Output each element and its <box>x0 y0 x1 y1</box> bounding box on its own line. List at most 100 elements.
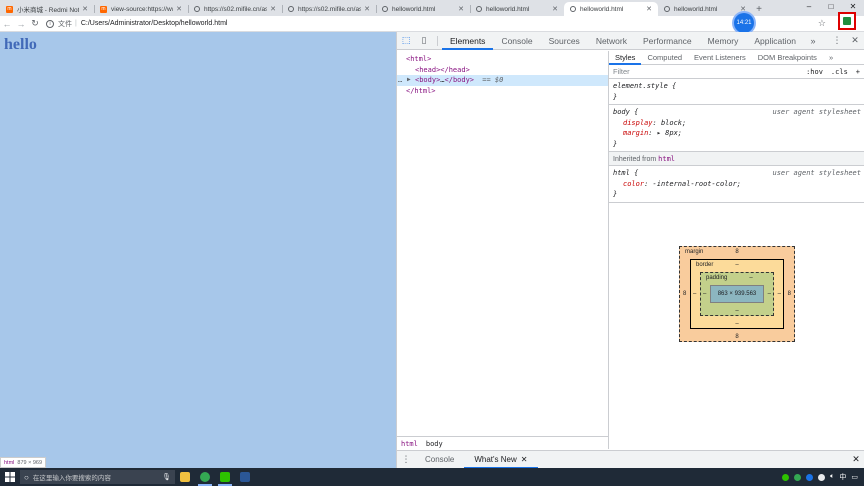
margin-top-value[interactable]: 8 <box>680 249 794 255</box>
inspect-element-icon[interactable]: ⬚ <box>397 32 415 50</box>
browser-tab[interactable]: helloworld.html ✕ <box>470 2 564 16</box>
border-top-value[interactable]: – <box>691 262 783 268</box>
dom-node-html[interactable]: <html> <box>397 54 608 65</box>
taskbar-search[interactable]: ○ 在这里输入你要搜索的内容 🎙︎ <box>20 470 175 484</box>
close-icon[interactable]: ✕ <box>176 5 182 13</box>
close-icon[interactable]: ✕ <box>82 5 88 13</box>
box-model-padding[interactable]: padding – – – – 863 × 939.563 <box>700 272 774 316</box>
element-style-rule[interactable]: element.style { } <box>609 79 864 105</box>
close-drawer-icon[interactable]: ✕ <box>847 454 864 465</box>
tray-network-icon[interactable] <box>818 473 826 481</box>
drawer-tab-console[interactable]: Console <box>415 451 464 469</box>
breadcrumb-html[interactable]: html <box>397 440 422 448</box>
wechat-icon[interactable] <box>215 468 235 486</box>
more-tabs-icon[interactable]: » <box>804 32 822 50</box>
chrome-icon[interactable] <box>195 468 215 486</box>
css-declaration[interactable]: color: -internal-root-color; <box>613 179 860 190</box>
close-devtools-icon[interactable]: ✕ <box>846 32 864 50</box>
devtools-tab-elements[interactable]: Elements <box>442 32 494 50</box>
css-declaration[interactable]: display: block; <box>613 118 860 129</box>
inherited-tag-link[interactable]: html <box>658 155 675 163</box>
devtools-tab-performance[interactable]: Performance <box>635 32 700 50</box>
notification-icon[interactable]: ▭ <box>851 473 858 481</box>
browser-tab[interactable]: m小米商城 - Redmi Note 8✕ <box>0 2 94 16</box>
minimize-icon[interactable]: – <box>798 0 820 14</box>
devtools-tab-console[interactable]: Console <box>493 32 540 50</box>
kebab-menu-icon[interactable]: ⋮ <box>828 32 846 50</box>
page-viewport[interactable]: hello html 879 × 969 <box>0 32 396 468</box>
browser-tab[interactable]: mview-source:https://www.✕ <box>94 2 188 16</box>
dom-node-body-selected[interactable]: … ▶ <body>…</body> == $0 <box>397 75 608 86</box>
breadcrumb-body[interactable]: body <box>422 440 447 448</box>
padding-right-value[interactable]: – <box>768 291 771 297</box>
tray-security-icon[interactable] <box>794 473 802 481</box>
tab-styles[interactable]: Styles <box>609 51 642 65</box>
close-icon[interactable]: ✕ <box>364 5 370 13</box>
bookmark-star-icon[interactable]: ☆ <box>818 18 826 29</box>
drawer-menu-icon[interactable]: ⋮ <box>397 454 415 465</box>
border-left-value[interactable]: – <box>693 291 696 297</box>
tray-wechat-icon[interactable] <box>782 473 790 481</box>
drawer-tab-whats-new[interactable]: What's New ✕ <box>464 451 538 469</box>
forward-icon[interactable]: → <box>14 19 28 29</box>
box-model-content[interactable]: 863 × 939.563 <box>710 285 764 303</box>
tray-cloud-icon[interactable] <box>806 473 814 481</box>
url-text[interactable]: C:/Users/Administrator/Desktop/helloworl… <box>81 20 228 27</box>
dom-node-head[interactable]: <head></head> <box>397 65 608 76</box>
devtools-tab-network[interactable]: Network <box>588 32 635 50</box>
word-icon[interactable] <box>235 468 255 486</box>
browser-tab[interactable]: helloworld.html ✕ <box>376 2 470 16</box>
new-tab-button[interactable]: + <box>752 2 766 16</box>
dom-node-html-close[interactable]: </html> <box>397 86 608 97</box>
microphone-icon[interactable]: 🎙︎ <box>162 473 171 481</box>
tab-dom-breakpoints[interactable]: DOM Breakpoints <box>752 51 823 65</box>
tab-event-listeners[interactable]: Event Listeners <box>688 51 752 65</box>
margin-left-value[interactable]: 8 <box>683 291 686 297</box>
file-explorer-icon[interactable] <box>175 468 195 486</box>
dom-tree: <html> <head></head> … ▶ <body>…</body> … <box>397 51 608 449</box>
padding-bottom-value[interactable]: – <box>701 308 773 314</box>
reload-icon[interactable]: ↻ <box>28 18 42 29</box>
css-declaration[interactable]: margin: ▸ 8px; <box>613 128 860 139</box>
close-icon[interactable]: ✕ <box>270 5 276 13</box>
system-tray: 🔈︎ 中 ▭ <box>782 472 864 482</box>
devtools-tab-sources[interactable]: Sources <box>541 32 588 50</box>
extension-icon[interactable] <box>838 12 856 30</box>
volume-icon[interactable]: 🔈︎ <box>830 473 834 481</box>
close-icon[interactable]: ✕ <box>552 5 558 13</box>
box-model-margin[interactable]: margin 8 8 8 8 border – – – – padding – … <box>679 246 795 342</box>
device-toolbar-icon[interactable]: ▯ <box>415 32 433 50</box>
expand-triangle-icon[interactable]: ▶ <box>407 75 411 86</box>
taskbar-search-placeholder: 在这里输入你要搜索的内容 <box>32 475 111 482</box>
windows-start-icon[interactable] <box>0 468 20 486</box>
body-style-rule[interactable]: body { user agent stylesheet display: bl… <box>609 105 864 152</box>
info-icon[interactable]: i <box>46 19 54 28</box>
padding-left-value[interactable]: – <box>703 291 706 297</box>
back-icon[interactable]: ← <box>0 19 14 29</box>
styles-filter-input[interactable] <box>613 67 803 76</box>
hov-toggle[interactable]: :hov <box>802 68 827 76</box>
new-rule-icon[interactable]: + <box>852 68 864 76</box>
close-icon[interactable]: ✕ <box>521 455 528 464</box>
close-icon[interactable]: ✕ <box>646 5 652 13</box>
tab-computed[interactable]: Computed <box>641 51 688 65</box>
devtools-tab-memory[interactable]: Memory <box>700 32 747 50</box>
ime-icon[interactable]: 中 <box>839 472 846 482</box>
html-style-rule[interactable]: html { user agent stylesheet color: -int… <box>609 166 864 203</box>
os-taskbar: ○ 在这里输入你要搜索的内容 🎙︎ 🔈︎ 中 ▭ <box>0 468 864 486</box>
browser-tab[interactable]: https://s02.mifile.cn/asse✕ <box>188 2 282 16</box>
browser-tab[interactable]: https://s02.mifile.cn/asse✕ <box>282 2 376 16</box>
border-right-value[interactable]: – <box>778 291 781 297</box>
box-model-border[interactable]: border – – – – padding – – – – 863 × 939… <box>690 259 784 329</box>
border-bottom-value[interactable]: – <box>691 321 783 327</box>
margin-bottom-value[interactable]: 8 <box>680 334 794 340</box>
row-menu-dots[interactable]: … <box>398 75 402 86</box>
more-tabs-icon[interactable]: » <box>823 51 839 65</box>
devtools-tab-application[interactable]: Application <box>746 32 804 50</box>
margin-right-value[interactable]: 8 <box>788 291 791 297</box>
browser-tab-active[interactable]: helloworld.html ✕ <box>564 2 658 16</box>
cls-toggle[interactable]: .cls <box>827 68 852 76</box>
padding-top-value[interactable]: – <box>729 275 773 281</box>
close-icon[interactable]: ✕ <box>740 5 746 13</box>
close-icon[interactable]: ✕ <box>458 5 464 13</box>
